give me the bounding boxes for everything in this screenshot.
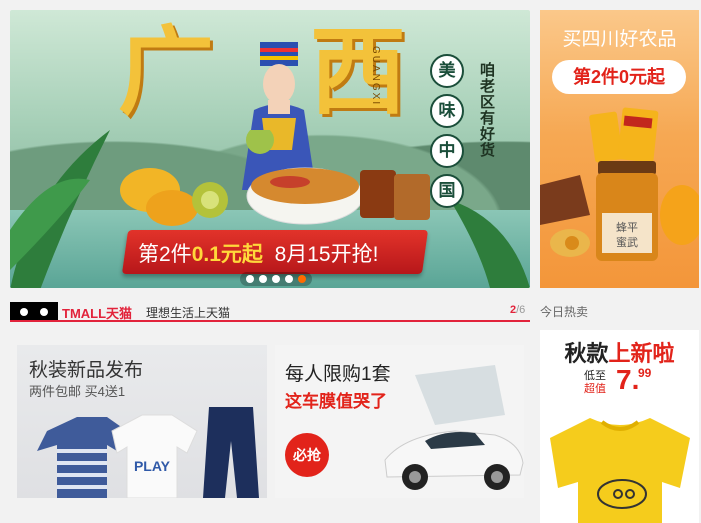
leaves-decoration [10,130,110,288]
promo-prefix: 第2件 [138,243,192,266]
promo-date: 8月15开抢! [274,243,379,266]
svg-text:蜂平: 蜂平 [616,220,638,234]
honey-products-image: 蜂平 蜜武 [540,107,699,261]
tmall-cat-logo[interactable] [10,302,58,320]
side-banner-title: 买四川好农品 [562,29,677,50]
food-display-image [120,130,430,226]
car-image [384,365,524,490]
today-hot-label: 今日热卖 [540,305,589,319]
carousel-dot-active[interactable] [298,275,306,283]
svg-text:PLAY: PLAY [134,458,171,474]
tmall-section-header: TMALL天猫 理想生活上天猫 2/6 [10,300,530,322]
circle-char: 美 [430,54,464,88]
circle-char: 中 [430,134,464,168]
autumn-new-sweater-card[interactable]: 秋款上新啦 低至 超值 7. 99 [540,330,699,523]
hero-vertical-text: 咱老区有好货 [478,62,495,158]
tmall-red-underline [10,320,530,322]
hero-pinyin: GUANGXI [370,46,381,107]
hero-char-guang: 广 [118,15,214,128]
circle-char: 味 [430,94,464,128]
tmall-slogan: 理想生活上天猫 [146,306,231,320]
carousel-dot[interactable] [272,275,280,283]
autumn-new-arrivals-card[interactable]: 秋装新品发布 两件包邮 买4送1 PLAY [17,345,267,498]
price-value: 7. [616,364,640,395]
value-label: 超值 [584,383,606,395]
card-title: 秋装新品发布 [29,360,144,381]
carousel-dot[interactable] [285,275,293,283]
carousel-dot[interactable] [259,275,267,283]
title-red: 上新啦 [608,341,675,366]
yellow-sweater-image [550,418,690,523]
circle-char: 国 [430,174,464,208]
hero-banner[interactable]: 广 西 GUANGXI 美 味 中 国 咱老区有好货 第2件0.1元起 8月15… [10,10,530,288]
promo-price: 0.1元起 [191,243,263,266]
card-subtitle: 两件包邮 买4送1 [29,384,126,399]
must-grab-badge[interactable]: 必抢 [285,433,329,477]
svg-text:蜜武: 蜜武 [616,235,638,249]
low-to-label: 低至 [584,370,606,382]
card-subtitle: 这车膜值哭了 [285,392,387,411]
tmall-pager: 2/6 [510,304,525,316]
price-prefix: 低至 超值 [584,370,606,396]
side-banner-offer: 第2件0元起 [552,60,686,94]
car-film-card[interactable]: 每人限购1套 这车膜值哭了 必抢 [275,345,524,498]
taste-china-circles: 美 味 中 国 [430,54,464,214]
cat-eye-icon [20,308,28,316]
kids-clothing-image: PLAY [37,407,259,498]
promo-text: 第2件0.1元起 8月15开抢! [138,238,378,268]
carousel-indicator [240,272,312,286]
sichuan-produce-banner[interactable]: 买四川好农品 第2件0元起 蜂平 蜜武 [540,10,699,288]
cat-eye-icon [40,308,48,316]
pager-total: /6 [516,304,526,316]
title-black: 秋款 [564,341,609,366]
carousel-dot[interactable] [246,275,254,283]
price-cents: 99 [638,366,652,380]
